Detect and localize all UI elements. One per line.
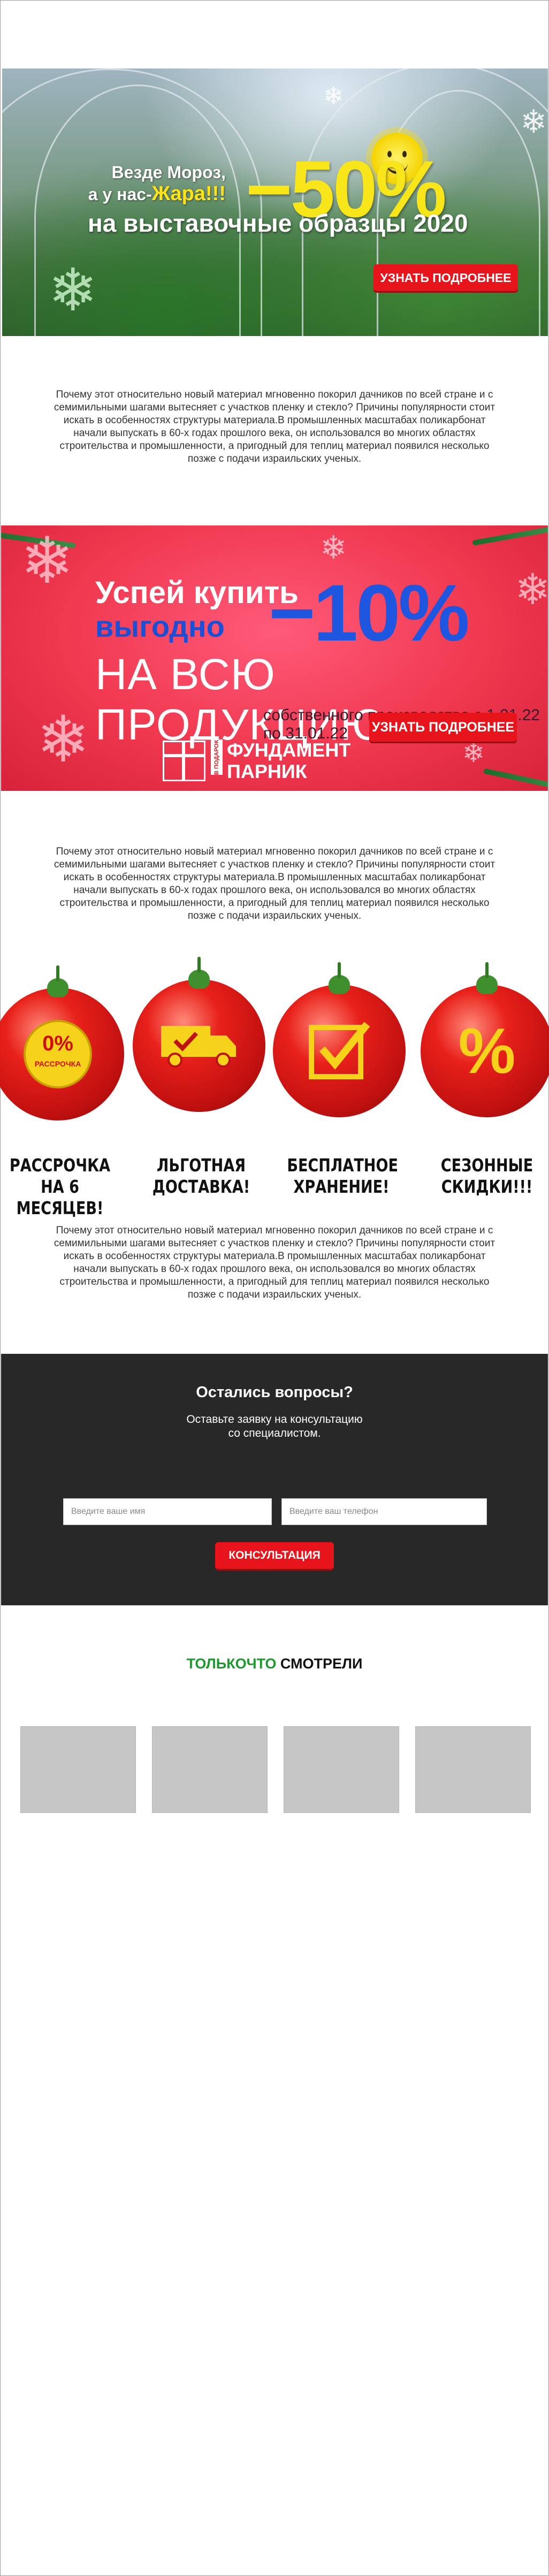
promo-banner-winter-sale[interactable]: ❄ ❄ ❄ Везде Мороз, а у нас-Жара!!! −50% … xyxy=(2,68,548,336)
benefit-caption-delivery: ЛЬГОТНАЯ ДОСТАВКА! xyxy=(152,1155,250,1197)
banner2-profit-word: выгодно xyxy=(95,609,225,643)
recent-product-card[interactable] xyxy=(152,1726,268,1813)
info-paragraph-2: Почему этот относительно новый материал … xyxy=(54,846,495,921)
banner1-details-button[interactable]: УЗНАТЬ ПОДРОБНЕЕ xyxy=(373,264,518,291)
recent-product-card[interactable] xyxy=(20,1726,136,1813)
banner1-subtitle: на выставочные образцы 2020 xyxy=(88,209,468,237)
snowflake-icon: ❄ xyxy=(20,525,74,597)
banner2-details-button[interactable]: УЗНАТЬ ПОДРОБНЕЕ xyxy=(369,713,517,742)
gift-line-1: ФУНДАМЕНТ xyxy=(227,739,351,761)
benefit-caption-storage: БЕСПЛАТНОЕ ХРАНЕНИЕ! xyxy=(287,1155,398,1197)
gift-line-2: ПАРНИК xyxy=(227,760,307,782)
promo-banner-product-sale[interactable]: ❄ ❄ ❄ ❄ ❄ Успей купить выгодно −10% НА В… xyxy=(1,525,548,791)
benefit-tomato-delivery xyxy=(133,957,265,1112)
tomato-stem xyxy=(47,965,68,997)
benefit-tomato-discount: % xyxy=(421,962,549,1117)
installment-badge-icon: 0% РАССРОЧКА xyxy=(24,1020,92,1088)
benefit-caption-installment: РАССРОЧКА НА 6 МЕСЯЦЕВ! xyxy=(9,1155,111,1218)
snowflake-icon: ❄ xyxy=(36,704,90,775)
delivery-truck-icon xyxy=(161,1026,236,1068)
banner2-title: Успей купить xyxy=(95,575,299,610)
snowflake-icon: ❄ xyxy=(323,82,344,110)
gift-tag: В ПОДАРОК xyxy=(211,740,223,775)
info-paragraph-3: Почему этот относительно новый материал … xyxy=(54,1225,495,1300)
tomato-stem xyxy=(329,962,350,994)
banner2-discount: −10% xyxy=(269,568,470,658)
consultation-form-section: Остались вопросы? Оставьте заявку на кон… xyxy=(1,1354,548,1605)
benefit-caption-discount: СЕЗОННЫЕ СКИДКИ!!! xyxy=(440,1155,533,1197)
recent-product-card[interactable] xyxy=(415,1726,531,1813)
pine-branch-decoration xyxy=(472,525,548,546)
form-title: Остались вопросы? xyxy=(196,1384,353,1401)
recent-product-card[interactable] xyxy=(284,1726,399,1813)
consultation-button[interactable]: КОНСУЛЬТАЦИЯ xyxy=(215,1542,334,1569)
percent-icon: % xyxy=(458,1015,516,1087)
benefit-tomato-storage xyxy=(273,962,406,1117)
recently-viewed-title: ТОЛЬКОЧТО СМОТРЕЛИ xyxy=(186,1656,363,1672)
snowflake-icon: ❄ xyxy=(320,530,347,566)
banner1-line2: а у нас-Жара!!! xyxy=(88,182,226,205)
tomato-stem xyxy=(476,962,498,994)
gift-text: ФУНДАМЕНТ ПАРНИК xyxy=(227,740,350,782)
banner1-headline: Везде Мороз, а у нас-Жара!!! xyxy=(87,162,226,205)
checkbox-icon xyxy=(309,1022,370,1079)
tomato-stem xyxy=(188,957,210,989)
snowflake-icon: ❄ xyxy=(520,104,547,140)
snowflake-icon: ❄ xyxy=(48,257,98,323)
phone-input[interactable]: Введите ваш телефон xyxy=(281,1498,487,1525)
info-paragraph-1: Почему этот относительно новый материал … xyxy=(54,389,495,464)
name-input[interactable]: Введите ваше имя xyxy=(63,1498,272,1525)
snowflake-icon: ❄ xyxy=(515,566,548,613)
form-subtitle: Оставьте заявку на консультацию со специа… xyxy=(186,1413,363,1439)
pine-branch-decoration xyxy=(483,768,548,791)
gift-box-icon xyxy=(163,741,205,781)
banner1-line1: Везде Мороз, xyxy=(111,163,226,182)
